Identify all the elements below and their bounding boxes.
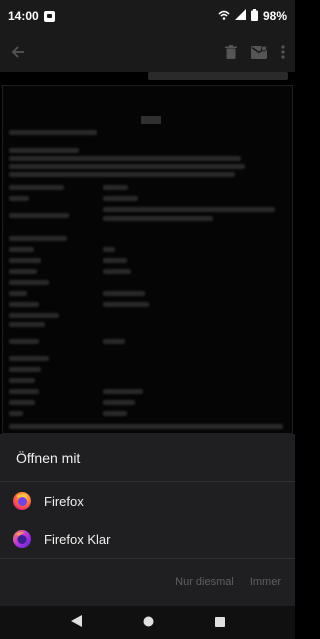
app-option-firefox[interactable]: Firefox <box>0 482 295 520</box>
blurred-text <box>9 400 35 405</box>
firefox-focus-icon <box>12 529 32 549</box>
blurred-text <box>9 247 34 252</box>
blurred-text <box>9 411 23 416</box>
firefox-icon <box>12 491 32 511</box>
just-once-button[interactable]: Nur diesmal <box>175 576 234 588</box>
blurred-text <box>9 424 283 429</box>
blurred-text <box>103 302 149 307</box>
blurred-text <box>9 356 49 361</box>
blurred-text <box>9 172 235 177</box>
app-label-firefox-klar: Firefox Klar <box>44 531 111 547</box>
blurred-text <box>9 258 41 263</box>
more-vert-icon[interactable] <box>281 45 285 59</box>
blurred-text <box>9 269 37 274</box>
blurred-text <box>9 367 41 372</box>
sheet-actions: Nur diesmal Immer <box>175 576 281 588</box>
email-body <box>2 85 293 434</box>
sender-header-blurred <box>148 72 288 80</box>
divider <box>0 558 295 559</box>
status-indicators: 98% <box>218 8 287 24</box>
status-time: 14:00 <box>8 9 39 23</box>
blurred-text <box>9 322 45 327</box>
email-toolbar <box>0 32 295 72</box>
system-nav-bar <box>0 606 295 639</box>
blurred-text <box>103 216 213 221</box>
battery-icon <box>250 8 258 24</box>
notification-icon <box>43 10 55 22</box>
blurred-text <box>9 196 29 201</box>
blurred-text <box>103 411 127 416</box>
email-logo-image <box>141 116 161 124</box>
blurred-text <box>103 196 138 201</box>
blurred-text <box>9 302 39 307</box>
signal-icon <box>234 9 246 23</box>
trash-icon[interactable] <box>225 45 237 59</box>
status-bar: 14:00 98% <box>0 0 295 32</box>
mark-unread-icon[interactable] <box>251 45 267 59</box>
back-arrow-icon[interactable] <box>10 44 26 60</box>
wifi-calling-icon <box>218 9 230 24</box>
blurred-text <box>9 291 27 296</box>
blurred-text <box>9 378 35 383</box>
blurred-text <box>9 164 245 169</box>
blurred-text <box>103 269 131 274</box>
blurred-text <box>9 339 39 344</box>
battery-percentage: 98% <box>262 9 287 23</box>
blurred-text <box>103 247 115 252</box>
open-with-sheet: Öffnen mit Firefox Firefox Klar Nur dies… <box>0 434 295 606</box>
blurred-text <box>9 313 59 318</box>
always-button[interactable]: Immer <box>250 576 281 588</box>
blurred-text <box>9 213 69 218</box>
nav-home-icon[interactable] <box>143 614 154 632</box>
blurred-text <box>103 400 135 405</box>
dimmed-email-content <box>0 72 295 434</box>
blurred-text <box>103 389 143 394</box>
blurred-text <box>103 258 127 263</box>
sheet-title: Öffnen mit <box>16 450 81 466</box>
nav-recents-icon[interactable] <box>214 614 225 632</box>
blurred-text <box>9 156 241 161</box>
blurred-text <box>103 207 275 212</box>
blurred-text <box>9 148 79 153</box>
app-label-firefox: Firefox <box>44 493 84 509</box>
nav-back-icon[interactable] <box>70 614 82 632</box>
blurred-text <box>9 280 49 285</box>
blurred-text <box>9 389 39 394</box>
blurred-text <box>103 339 125 344</box>
blurred-text <box>103 291 145 296</box>
blurred-text <box>103 185 128 190</box>
blurred-text <box>9 130 97 135</box>
blurred-text <box>9 185 64 190</box>
blurred-text <box>9 236 67 241</box>
app-option-firefox-klar[interactable]: Firefox Klar <box>0 520 295 558</box>
